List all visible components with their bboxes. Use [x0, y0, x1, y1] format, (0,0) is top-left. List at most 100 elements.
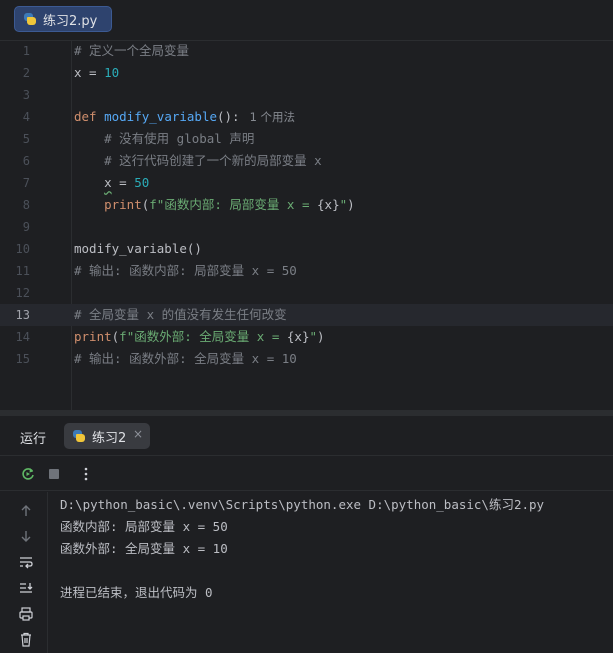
- line-number: 6: [22, 154, 30, 168]
- editor-tab-bar: 练习2.py: [0, 0, 613, 41]
- code-line[interactable]: 11 # 输出: 函数内部: 局部变量 x = 50: [0, 260, 613, 282]
- line-number: 1: [22, 44, 30, 58]
- code-text: # 全局变量 x 的值没有发生任何改变: [74, 304, 287, 326]
- code-token: =: [111, 175, 135, 190]
- console-line: D:\python_basic\.venv\Scripts\python.exe…: [60, 497, 545, 512]
- print-icon[interactable]: [17, 605, 35, 623]
- console-line: 函数内部: 局部变量 x = 50: [60, 519, 228, 534]
- code-line[interactable]: 4 def modify_variable(): 1 个用法: [0, 106, 613, 128]
- code-token: def: [74, 109, 105, 124]
- code-text: # 输出: 函数内部: 局部变量 x = 50: [74, 260, 297, 282]
- python-file-icon: [72, 429, 86, 443]
- file-tab-label: 练习2.py: [43, 13, 98, 29]
- code-token: f"函数内部: 局部变量 x =: [149, 197, 318, 212]
- code-line[interactable]: 14 print(f"函数外部: 全局变量 x = {x}"): [0, 326, 613, 348]
- code-line[interactable]: 1 # 定义一个全局变量: [0, 40, 613, 62]
- code-token: modify_variable(): [74, 241, 202, 256]
- code-token: # 输出: 函数外部: 全局变量 x = 10: [74, 351, 297, 366]
- run-tab-label: 练习2: [92, 430, 127, 446]
- close-icon[interactable]: ×: [133, 427, 143, 441]
- code-text: # 没有使用 global 声明: [74, 128, 254, 150]
- code-line[interactable]: 6 # 这行代码创建了一个新的局部变量 x: [0, 150, 613, 172]
- code-line[interactable]: 3: [0, 84, 613, 106]
- file-tab[interactable]: 练习2.py: [14, 6, 112, 32]
- code-text: print(f"函数外部: 全局变量 x = {x}"): [74, 326, 325, 348]
- code-token: 50: [134, 175, 150, 190]
- code-text: print(f"函数内部: 局部变量 x = {x}"): [74, 194, 355, 216]
- code-line[interactable]: 2 x = 10: [0, 62, 613, 84]
- code-text: # 输出: 函数外部: 全局变量 x = 10: [74, 348, 297, 370]
- arrow-down-icon[interactable]: [17, 527, 35, 545]
- editor-panel: 练习2.py 1 # 定义一个全局变量 2 x = 10 3 4 def modify_va…: [0, 0, 613, 410]
- line-number: 12: [15, 286, 30, 300]
- console-side-toolbar: [0, 492, 48, 653]
- run-panel: 运行 练习2 × D:\python_basic\.venv\Scripts\p…: [0, 416, 613, 653]
- python-file-icon: [23, 12, 37, 26]
- arrow-up-icon[interactable]: [17, 502, 35, 520]
- code-line[interactable]: 13 # 全局变量 x 的值没有发生任何改变: [0, 304, 613, 326]
- code-token: ): [317, 329, 325, 344]
- line-number: 5: [22, 132, 30, 146]
- code-token: # 输出: 函数内部: 局部变量 x = 50: [74, 263, 297, 278]
- run-title: 运行: [20, 432, 47, 447]
- line-number: 15: [15, 352, 30, 366]
- line-number: 11: [15, 264, 30, 278]
- line-number: 14: [15, 330, 30, 344]
- code-text: def modify_variable(): 1 个用法: [74, 106, 295, 128]
- code-token: modify_variable: [104, 109, 217, 124]
- console-line: 进程已结束，退出代码为 0: [60, 585, 213, 600]
- code-token: 10: [104, 65, 120, 80]
- code-token: ): [347, 197, 355, 212]
- rerun-icon[interactable]: [19, 465, 37, 483]
- code-token: # 这行代码创建了一个新的局部变量 x: [74, 153, 322, 168]
- console-line: 函数外部: 全局变量 x = 10: [60, 541, 228, 556]
- line-number: 9: [22, 220, 30, 234]
- code-line[interactable]: 8 print(f"函数内部: 局部变量 x = {x}"): [0, 194, 613, 216]
- line-number: 8: [22, 198, 30, 212]
- code-token: x: [104, 175, 112, 190]
- line-number: 4: [22, 110, 30, 124]
- code-text: # 这行代码创建了一个新的局部变量 x: [74, 150, 322, 172]
- trash-icon[interactable]: [17, 630, 35, 648]
- code-token: # 定义一个全局变量: [74, 43, 190, 58]
- code-text: x = 50: [74, 172, 149, 194]
- code-token: x =: [74, 65, 105, 80]
- line-number: 3: [22, 88, 30, 102]
- code-token: {x}: [317, 197, 340, 212]
- code-text: # 定义一个全局变量: [74, 40, 189, 62]
- code-token: print: [74, 329, 112, 344]
- soft-wrap-icon[interactable]: [17, 553, 35, 571]
- code-token: print: [104, 197, 142, 212]
- code-line[interactable]: 5 # 没有使用 global 声明: [0, 128, 613, 150]
- code-token: ": [309, 329, 318, 344]
- code-line[interactable]: 10 modify_variable(): [0, 238, 613, 260]
- line-number: 10: [15, 242, 30, 256]
- line-number: 2: [22, 66, 30, 80]
- code-line[interactable]: 12: [0, 282, 613, 304]
- usage-hint[interactable]: 1 个用法: [250, 110, 295, 124]
- code-token: # 全局变量 x 的值没有发生任何改变: [74, 307, 287, 322]
- stop-icon[interactable]: [45, 465, 63, 483]
- code-line[interactable]: 7 x = 50: [0, 172, 613, 194]
- code-line[interactable]: 15 # 输出: 函数外部: 全局变量 x = 10: [0, 348, 613, 370]
- code-area[interactable]: 1 # 定义一个全局变量 2 x = 10 3 4 def modify_variable(…: [0, 40, 613, 370]
- scroll-to-end-icon[interactable]: [17, 579, 35, 597]
- run-config-tab[interactable]: 练习2 ×: [64, 423, 150, 449]
- more-options-icon[interactable]: [77, 465, 95, 483]
- code-token: ": [339, 197, 348, 212]
- code-line[interactable]: 9: [0, 216, 613, 238]
- code-token: # 没有使用 global 声明: [74, 131, 255, 146]
- console-output[interactable]: D:\python_basic\.venv\Scripts\python.exe…: [60, 494, 610, 604]
- code-token: f"函数外部: 全局变量 x =: [119, 329, 287, 344]
- code-text: x = 10: [74, 62, 119, 84]
- line-number: 13: [15, 308, 30, 322]
- code-token: ():: [217, 109, 240, 124]
- run-header: 运行 练习2 ×: [0, 416, 613, 456]
- code-text: modify_variable(): [74, 238, 202, 260]
- code-token: {x}: [286, 329, 310, 344]
- line-number: 7: [22, 176, 30, 190]
- run-toolbar: [0, 457, 613, 491]
